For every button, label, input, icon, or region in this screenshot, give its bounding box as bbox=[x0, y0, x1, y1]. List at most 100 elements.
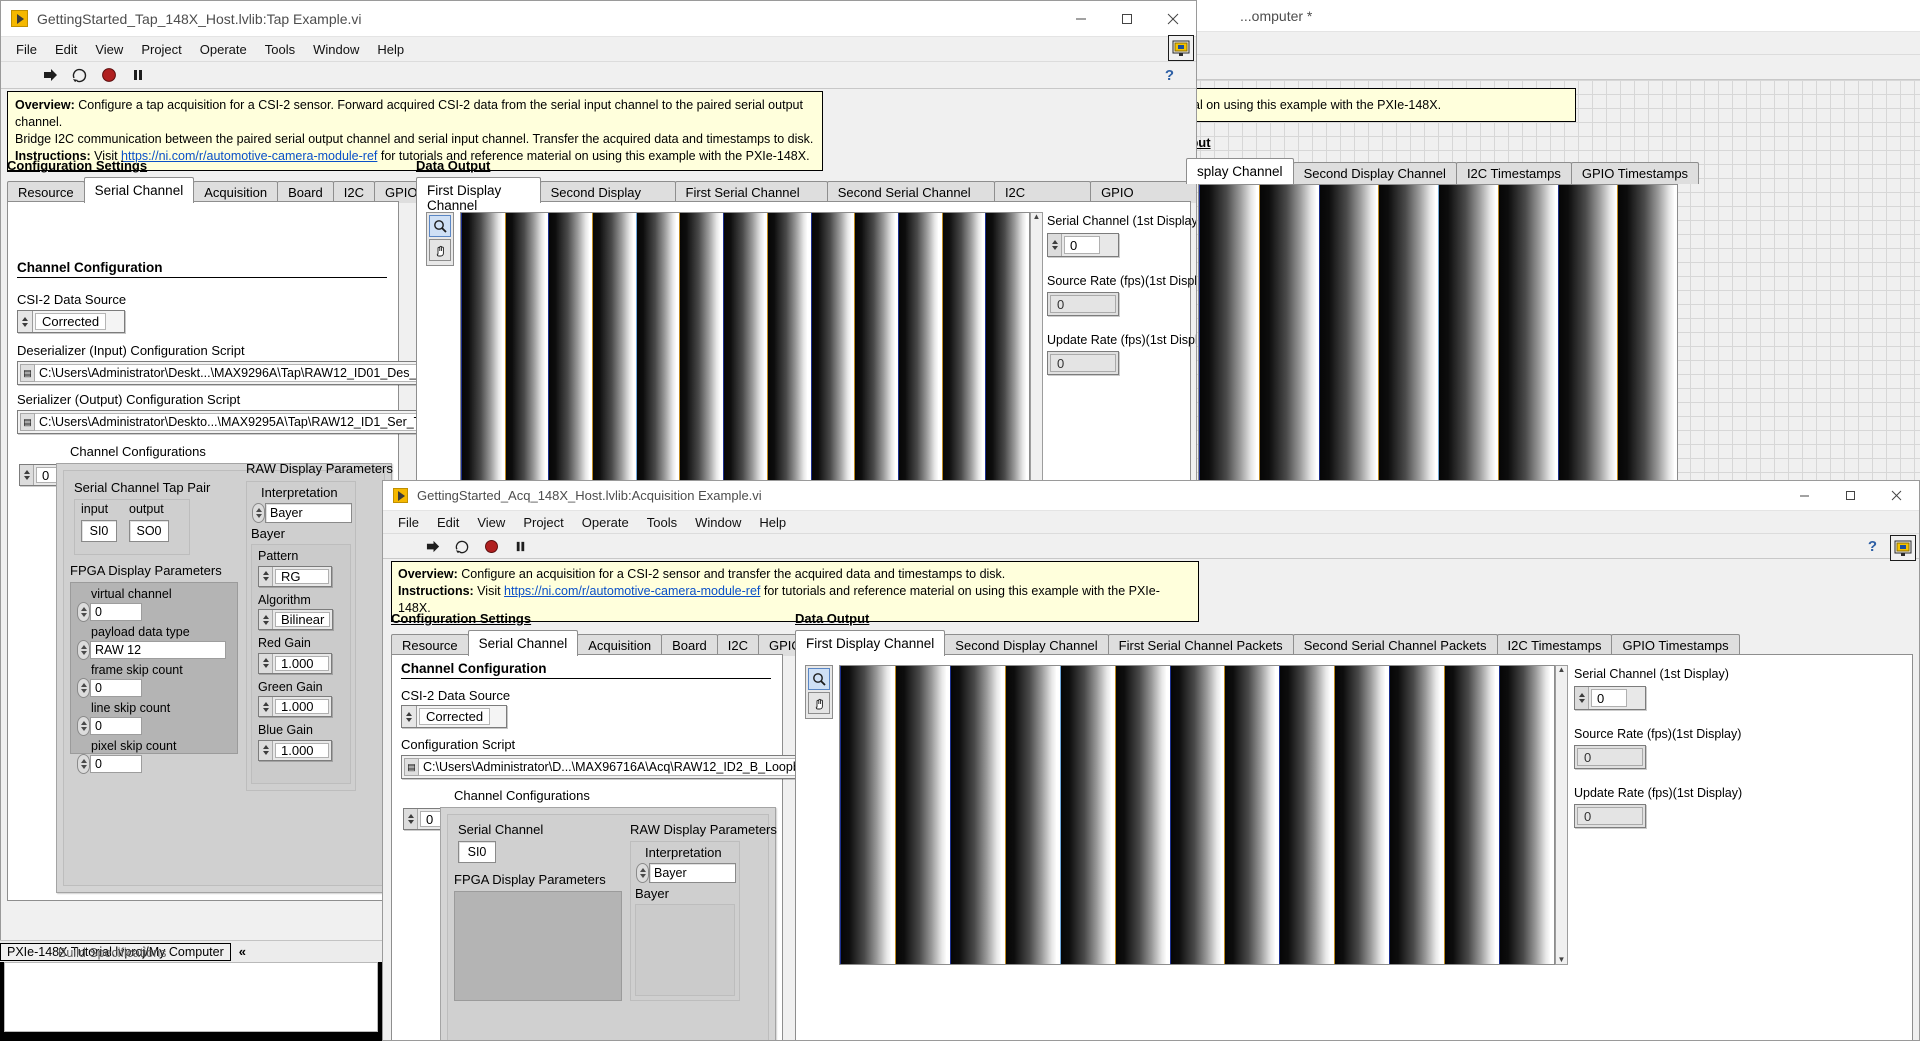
fpga-field-value[interactable]: 0 bbox=[90, 603, 142, 621]
acquisition-example-window[interactable]: GettingStarted_Acq_148X_Host.lvlib:Acqui… bbox=[382, 480, 1920, 1041]
tab-serial-channel[interactable]: Serial Channel bbox=[83, 177, 195, 203]
menu-project[interactable]: Project bbox=[514, 513, 572, 532]
context-help-icon[interactable]: ? bbox=[1868, 538, 1877, 555]
menu-view[interactable]: View bbox=[468, 513, 514, 532]
tap-config-tabrow[interactable]: Resource Serial Channel Acquisition Boar… bbox=[7, 177, 429, 203]
csi-data-source-value[interactable]: Corrected bbox=[35, 313, 107, 330]
acq-csi-data-source-spinner[interactable] bbox=[402, 706, 417, 727]
bayer-field-value[interactable]: Bilinear bbox=[275, 612, 331, 627]
fpga-field-value[interactable]: 0 bbox=[90, 717, 142, 735]
acq-tab-first-display-channel[interactable]: First Display Channel bbox=[795, 630, 946, 656]
menu-operate[interactable]: Operate bbox=[573, 513, 638, 532]
acq-display-value[interactable]: 0 bbox=[1591, 689, 1627, 707]
fpga-field-value[interactable]: 0 bbox=[90, 755, 142, 773]
acq-interpretation-value[interactable]: Bayer bbox=[649, 863, 736, 883]
bayer-field-control[interactable]: 1.000 bbox=[258, 739, 332, 761]
tap-toolbar[interactable]: ? bbox=[1, 61, 1196, 89]
bayer-field-value[interactable]: 1.000 bbox=[275, 742, 329, 758]
interpretation-value[interactable]: Bayer bbox=[265, 503, 352, 523]
csi-data-source-ring[interactable]: Corrected bbox=[17, 310, 125, 333]
fpga-field-spinner[interactable] bbox=[77, 754, 90, 774]
scroll-down-icon[interactable]: ▼ bbox=[1558, 956, 1566, 964]
fpga-field-spinner[interactable] bbox=[77, 602, 90, 622]
tab-i2c[interactable]: I2C bbox=[332, 181, 376, 203]
pause-icon[interactable] bbox=[510, 536, 530, 556]
fpga-field-control[interactable]: 0 bbox=[77, 678, 231, 698]
acq-tab-first-serial-channel-packets[interactable]: First Serial Channel Packets bbox=[1107, 634, 1294, 656]
tab-second-display-channel[interactable]: Second Display Channel bbox=[539, 181, 676, 215]
bayer-field-spinner[interactable] bbox=[259, 653, 273, 673]
csi-data-source-spinner[interactable] bbox=[18, 311, 33, 332]
acq-toolbar[interactable]: ? bbox=[383, 533, 1919, 559]
menu-file[interactable]: File bbox=[7, 40, 46, 59]
background-tab-first-display[interactable]: splay Channel bbox=[1186, 158, 1294, 184]
tap-menubar[interactable]: File Edit View Project Operate Tools Win… bbox=[1, 37, 1196, 61]
serializer-script-path[interactable]: ▤ C:\Users\Administrator\Deskto...\MAX92… bbox=[17, 410, 466, 434]
serializer-script-value[interactable]: C:\Users\Administrator\Deskto...\MAX9295… bbox=[35, 413, 463, 431]
background-tab-second-display[interactable]: Second Display Channel bbox=[1292, 162, 1457, 184]
tap-data-output-tabrow[interactable]: First Display Channel Second Display Cha… bbox=[416, 177, 1196, 215]
deserializer-script-path[interactable]: ▤ C:\Users\Administrator\Deskt...\MAX929… bbox=[17, 361, 469, 385]
fpga-field-spinner[interactable] bbox=[77, 640, 90, 660]
interpretation-control[interactable]: Bayer bbox=[252, 503, 352, 523]
tab-board[interactable]: Board bbox=[277, 181, 334, 203]
acq-tab-gpio-timestamps[interactable]: GPIO Timestamps bbox=[1611, 634, 1740, 656]
tap-window-buttons[interactable] bbox=[1058, 1, 1196, 36]
tab-gpio-timestamps[interactable]: GPIO Timestamps bbox=[1090, 181, 1196, 215]
acq-tab-second-display-channel[interactable]: Second Display Channel bbox=[944, 634, 1109, 656]
bayer-field-spinner[interactable] bbox=[259, 610, 273, 629]
acq-tab-second-serial-channel-packets[interactable]: Second Serial Channel Packets bbox=[1292, 634, 1498, 656]
menu-help[interactable]: Help bbox=[368, 40, 413, 59]
menu-edit[interactable]: Edit bbox=[46, 40, 86, 59]
acq-tab-resource[interactable]: Resource bbox=[391, 634, 469, 656]
pan-hand-icon[interactable] bbox=[429, 239, 451, 261]
acq-interpretation-spinner[interactable] bbox=[636, 863, 649, 883]
pause-icon[interactable] bbox=[128, 65, 148, 85]
bayer-field-value[interactable]: 1.000 bbox=[275, 655, 329, 671]
menu-file[interactable]: File bbox=[389, 513, 428, 532]
run-icon[interactable] bbox=[41, 65, 61, 85]
fpga-field-value[interactable]: 0 bbox=[90, 679, 142, 697]
tap-doc-link[interactable]: https://ni.com/r/automotive-camera-modul… bbox=[121, 149, 377, 163]
collapse-toggle[interactable]: « bbox=[239, 944, 246, 959]
menu-operate[interactable]: Operate bbox=[191, 40, 256, 59]
bayer-field-spinner[interactable] bbox=[259, 697, 273, 716]
acq-configuration-script-value[interactable]: C:\Users\Administrator\D...\MAX96716A\Ac… bbox=[419, 758, 848, 776]
acq-csi-data-source-ring[interactable]: Corrected bbox=[401, 705, 507, 728]
minimize-button[interactable] bbox=[1781, 481, 1827, 510]
acq-tab-acquisition[interactable]: Acquisition bbox=[577, 634, 663, 656]
acq-image-vscrollbar[interactable]: ▲ ▼ bbox=[1555, 665, 1568, 965]
labview-badge-icon[interactable] bbox=[1890, 535, 1916, 561]
acq-serial-channel-value[interactable]: SI0 bbox=[458, 841, 496, 863]
background-titlebar[interactable]: ...omputer * bbox=[1160, 0, 1920, 32]
background-tab-gpio-timestamps[interactable]: GPIO Timestamps bbox=[1570, 162, 1700, 184]
menu-edit[interactable]: Edit bbox=[428, 513, 468, 532]
interpretation-spinner[interactable] bbox=[252, 503, 265, 523]
acq-display-numeric-control[interactable]: 0 bbox=[1574, 686, 1646, 710]
bayer-field-value[interactable]: 1.000 bbox=[275, 699, 329, 714]
menu-view[interactable]: View bbox=[86, 40, 132, 59]
menu-tools[interactable]: Tools bbox=[256, 40, 304, 59]
acq-csi-data-source-value[interactable]: Corrected bbox=[419, 708, 491, 725]
zoom-icon[interactable] bbox=[808, 668, 830, 690]
acq-display-spinner[interactable] bbox=[1575, 687, 1589, 709]
tap-display-numeric-control[interactable]: 0 bbox=[1047, 233, 1119, 257]
fpga-field-value[interactable]: RAW 12 bbox=[90, 641, 226, 659]
tab-acquisition[interactable]: Acquisition bbox=[193, 181, 279, 203]
fpga-field-control[interactable]: 0 bbox=[77, 602, 231, 622]
menu-help[interactable]: Help bbox=[750, 513, 795, 532]
close-button[interactable] bbox=[1873, 481, 1919, 510]
fpga-field-control[interactable]: RAW 12 bbox=[77, 640, 231, 660]
tab-second-serial-channel-packets[interactable]: Second Serial Channel Packets bbox=[826, 181, 995, 215]
background-tab-i2c-timestamps[interactable]: I2C Timestamps bbox=[1455, 162, 1572, 184]
menu-tools[interactable]: Tools bbox=[638, 513, 686, 532]
acq-titlebar[interactable]: GettingStarted_Acq_148X_Host.lvlib:Acqui… bbox=[383, 481, 1919, 511]
acq-configuration-script-path[interactable]: ▤ C:\Users\Administrator\D...\MAX96716A\… bbox=[401, 755, 851, 779]
image-tool-palette[interactable] bbox=[426, 212, 454, 266]
labview-badge-icon[interactable] bbox=[1168, 35, 1194, 61]
minimize-button[interactable] bbox=[1058, 1, 1104, 36]
project-tree-item-build-specifications[interactable]: Build Specifications bbox=[58, 946, 166, 960]
close-button[interactable] bbox=[1150, 1, 1196, 36]
fpga-field-control[interactable]: 0 bbox=[77, 754, 231, 774]
menu-window[interactable]: Window bbox=[304, 40, 368, 59]
